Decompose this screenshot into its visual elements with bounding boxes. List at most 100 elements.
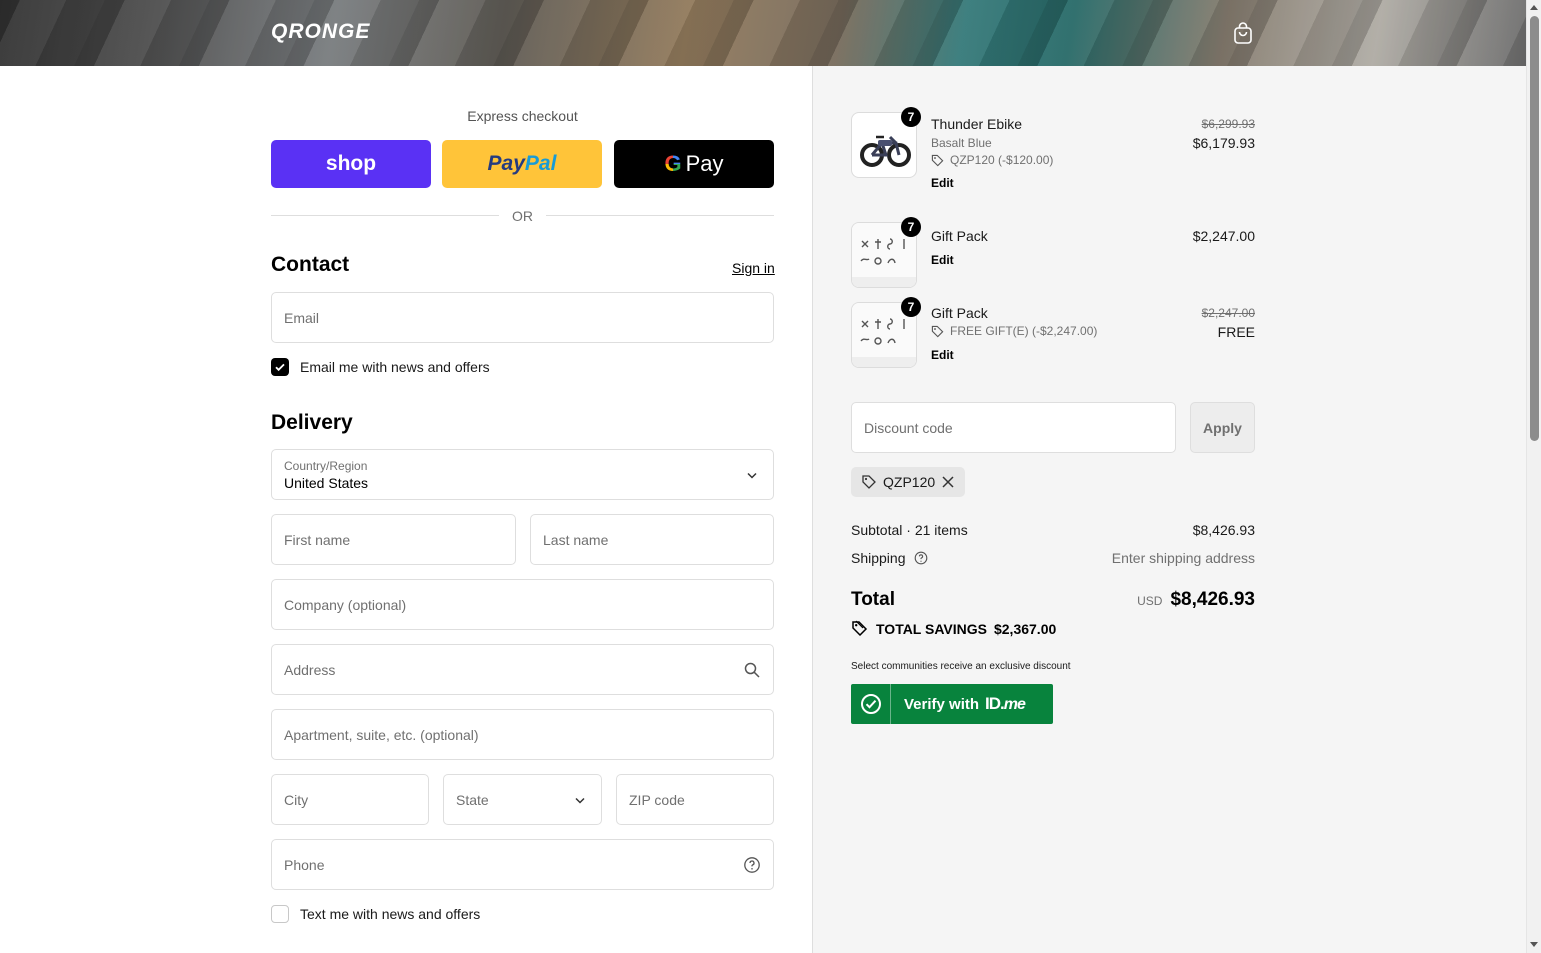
help-circle-icon[interactable] (914, 551, 928, 565)
apartment-placeholder: Apartment, suite, etc. (optional) (284, 727, 479, 743)
google-pay-button[interactable]: G Pay (614, 140, 774, 188)
last-name-field[interactable]: Last name (530, 514, 774, 565)
help-circle-icon[interactable] (743, 856, 761, 874)
email-news-row[interactable]: Email me with news and offers (271, 358, 490, 376)
scrollbar[interactable] (1526, 0, 1541, 953)
country-select[interactable]: Country/Region United States (271, 449, 774, 500)
total-amount: USD $8,426.93 (1137, 589, 1255, 611)
or-label: OR (512, 208, 533, 224)
close-icon[interactable] (941, 475, 955, 489)
savings-value: $2,367.00 (993, 620, 1057, 637)
paypal-label-pay: Pay (487, 152, 525, 175)
paypal-button[interactable]: Pay Pal (442, 140, 602, 188)
scroll-down-arrow-icon[interactable] (1530, 942, 1538, 947)
verify-idme-button[interactable]: Verify with ID.me (851, 684, 1053, 724)
first-name-field[interactable]: First name (271, 514, 516, 565)
chevron-down-icon (747, 472, 757, 479)
total-label: Total (851, 589, 895, 610)
search-icon[interactable] (743, 661, 761, 679)
delivery-title: Delivery (271, 411, 353, 434)
discount-code-field[interactable]: Discount code (851, 402, 1176, 453)
edit-link[interactable]: Edit (931, 176, 954, 190)
savings-label: TOTAL SAVINGS (876, 620, 987, 637)
phone-placeholder: Phone (284, 857, 325, 873)
item-price: FREE (1217, 324, 1255, 340)
order-summary-panel: 7 Thunder Ebike Basalt Blue QZP120 (-$12… (812, 66, 1526, 953)
brand-logo[interactable]: QRONGE (271, 20, 370, 44)
shop-pay-label: shop (325, 152, 377, 175)
total-value: $8,426.93 (1170, 589, 1255, 610)
original-price: $2,247.00 (1201, 306, 1255, 320)
idme-label: Verify with (904, 695, 980, 713)
check-circle-icon (851, 684, 891, 724)
state-placeholder: State (456, 792, 489, 808)
item-discount-label: FREE GIFT(E) (-$2,247.00) (950, 324, 1098, 338)
apply-button[interactable]: Apply (1190, 402, 1255, 453)
email-placeholder: Email (284, 310, 320, 326)
line-item: 7 Thunder Ebike Basalt Blue QZP120 (-$12… (851, 107, 1255, 190)
first-name-placeholder: First name (284, 532, 351, 548)
state-select[interactable]: State (443, 774, 602, 825)
bag-icon[interactable] (1231, 21, 1255, 45)
savings-tag-icon (852, 620, 868, 637)
scroll-up-arrow-icon[interactable] (1530, 5, 1538, 10)
edit-link[interactable]: Edit (931, 348, 954, 362)
tag-icon (931, 154, 944, 166)
address-placeholder: Address (284, 662, 336, 678)
edit-link[interactable]: Edit (931, 253, 954, 267)
sign-in-link[interactable]: Sign in (732, 260, 775, 276)
city-field[interactable]: City (271, 774, 429, 825)
total-savings: TOTAL SAVINGS $2,367.00 (851, 620, 1056, 637)
idme-logo: ID.me (985, 694, 1026, 713)
line-item: 7 Gift Pack Edit $2,247.00 (851, 217, 1255, 288)
item-name: Thunder Ebike (931, 116, 1023, 132)
email-field[interactable]: Email (271, 292, 774, 343)
tag-icon (862, 475, 876, 489)
shop-pay-button[interactable]: shop (271, 140, 431, 188)
email-news-checkbox[interactable] (271, 358, 289, 376)
quantity-badge: 7 (901, 297, 921, 317)
item-name: Gift Pack (931, 228, 988, 244)
idme-note: Select communities receive an exclusive … (851, 661, 1071, 672)
email-news-label: Email me with news and offers (300, 359, 490, 375)
country-label: Country/Region (284, 459, 368, 473)
line-item: 7 Gift Pack FREE GIFT(E) (-$2,247.00) Ed… (851, 297, 1255, 368)
address-field[interactable]: Address (271, 644, 774, 695)
item-price: $2,247.00 (1192, 228, 1255, 244)
company-placeholder: Company (optional) (284, 597, 407, 613)
subtotal-label: Subtotal · 21 items (851, 522, 968, 538)
quantity-badge: 7 (901, 107, 921, 127)
item-price: $6,179.93 (1192, 135, 1255, 151)
item-discount-label: QZP120 (-$120.00) (950, 153, 1054, 167)
paypal-label-pal: Pal (524, 152, 557, 175)
header-banner: QRONGE (0, 0, 1526, 66)
shipping-label: Shipping (851, 550, 906, 566)
item-discount: FREE GIFT(E) (-$2,247.00) (931, 324, 1097, 338)
chevron-down-icon (575, 797, 585, 804)
check-icon (275, 363, 285, 372)
contact-title: Contact (271, 253, 350, 276)
google-pay-label: Pay (685, 151, 724, 176)
zip-field[interactable]: ZIP code (616, 774, 774, 825)
company-field[interactable]: Company (optional) (271, 579, 774, 630)
scroll-thumb[interactable] (1530, 16, 1539, 441)
quantity-badge: 7 (901, 217, 921, 237)
subtotal-value: $8,426.93 (1192, 522, 1255, 538)
checkout-form-panel: Express checkout shop Pay Pal G Pay OR Con… (0, 66, 812, 953)
zip-placeholder: ZIP code (629, 792, 685, 808)
phone-field[interactable]: Phone (271, 839, 774, 890)
express-checkout-label: Express checkout (467, 108, 578, 124)
original-price: $6,299.93 (1201, 117, 1255, 131)
item-name: Gift Pack (931, 305, 988, 321)
shipping-row: Shipping Enter shipping address (851, 550, 1255, 566)
applied-code-chip: QZP120 (851, 467, 965, 497)
text-news-checkbox[interactable] (271, 905, 289, 923)
item-discount: QZP120 (-$120.00) (931, 153, 1053, 167)
text-news-label: Text me with news and offers (300, 906, 481, 922)
apartment-field[interactable]: Apartment, suite, etc. (optional) (271, 709, 774, 760)
applied-code-label: QZP120 (883, 474, 936, 490)
subtotal-row: Subtotal · 21 items $8,426.93 (851, 522, 1255, 538)
shipping-value: Enter shipping address (1111, 550, 1255, 566)
item-variant: Basalt Blue (931, 136, 992, 150)
text-news-row[interactable]: Text me with news and offers (271, 905, 480, 923)
